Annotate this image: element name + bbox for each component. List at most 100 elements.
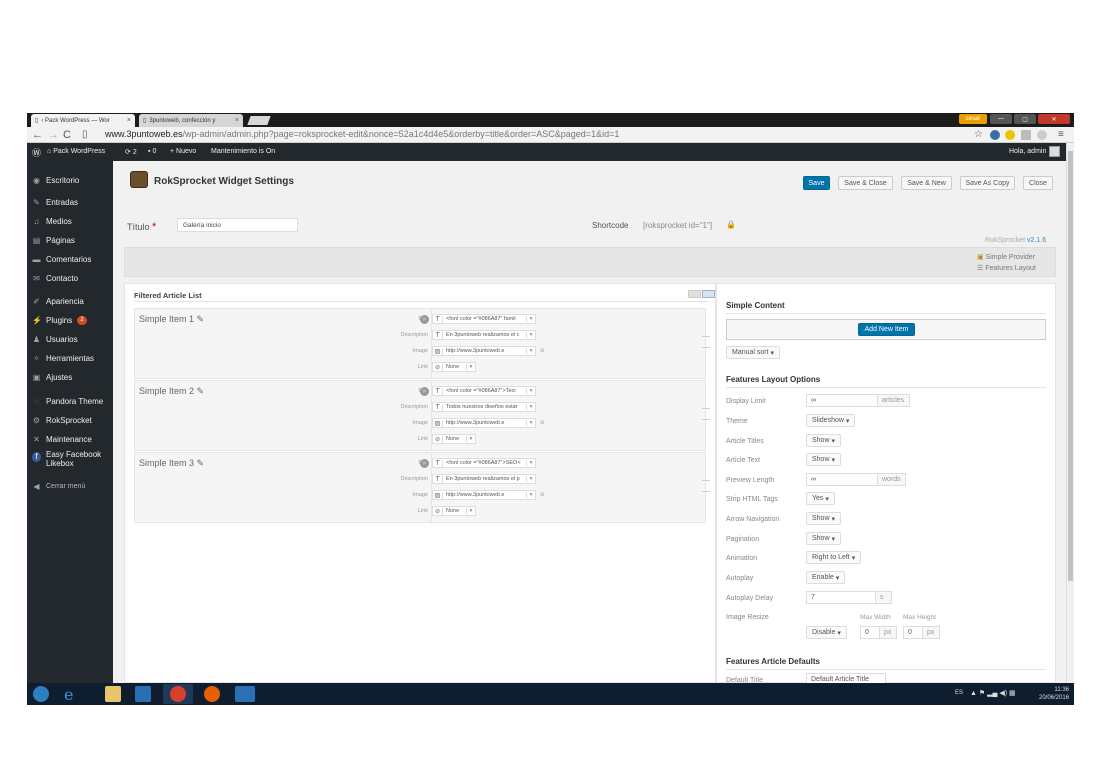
- sidebar-item-contacto[interactable]: ✉ Contacto: [32, 271, 78, 285]
- edit-pencil-icon[interactable]: ✎: [197, 386, 205, 396]
- media-player-icon[interactable]: [135, 686, 151, 702]
- chevron-down-icon[interactable]: ▾: [526, 492, 535, 498]
- extension-icon[interactable]: [1037, 130, 1047, 140]
- file-explorer-icon[interactable]: [105, 686, 121, 702]
- theme-select[interactable]: Slideshow ▾: [806, 414, 856, 427]
- maximize-icon[interactable]: ▢: [1014, 114, 1036, 124]
- shortcode-value[interactable]: [roksprocket id="1"]: [643, 221, 712, 230]
- sidebar-item-plugins[interactable]: ⚡ Plugins 2: [32, 313, 87, 327]
- chevron-down-icon[interactable]: ▾: [526, 332, 535, 338]
- outlook-icon[interactable]: [235, 686, 255, 702]
- page-info-icon[interactable]: ▯: [82, 129, 88, 140]
- article-item[interactable]: Simple Item 3 ✎ × Title T <font color ="#0…: [134, 452, 710, 523]
- sidebar-item-usuarios[interactable]: ♟ Usuarios: [32, 332, 78, 346]
- article-item-name[interactable]: Simple Item 3 ✎: [139, 458, 204, 469]
- internet-explorer-icon[interactable]: e: [64, 685, 73, 704]
- cast-icon[interactable]: [1021, 130, 1031, 140]
- sidebar-item-maintenance[interactable]: ✕ Maintenance: [32, 432, 92, 446]
- title-field[interactable]: T <font color ="#086A87">Tecr ▾: [432, 386, 536, 396]
- chevron-down-icon[interactable]: ▾: [466, 436, 475, 442]
- link-field[interactable]: ⊘ None ▾: [432, 506, 476, 516]
- scrollbar-thumb[interactable]: [1068, 151, 1073, 581]
- sidebar-item-paginas[interactable]: ▤ Páginas: [32, 233, 75, 247]
- sidebar-item-medios[interactable]: ♫ Medios: [32, 214, 72, 228]
- provider-selector[interactable]: ▣ Simple Provider: [977, 253, 1035, 261]
- site-name[interactable]: ⌂ Pack WordPress: [47, 148, 105, 155]
- greeting-link[interactable]: Hola, admin: [1009, 148, 1046, 155]
- chevron-down-icon[interactable]: ▾: [526, 476, 535, 482]
- sidebar-item-roksprocket[interactable]: ⚙ RokSprocket: [32, 413, 92, 427]
- sidebar-item-escritorio[interactable]: ◉ Escritorio: [32, 173, 79, 187]
- save-button[interactable]: Save: [803, 176, 830, 190]
- chevron-down-icon[interactable]: ▾: [466, 364, 475, 370]
- maintenance-status[interactable]: Mantenimiento is On: [211, 148, 275, 155]
- wordpress-logo-icon[interactable]: Ⓦ: [32, 146, 41, 159]
- arrow-navigation-select[interactable]: Show ▾: [806, 512, 841, 525]
- animation-select[interactable]: Right to Left ▾: [806, 551, 862, 564]
- article-item[interactable]: Simple Item 1 ✎ × Title T <font color ="#0…: [134, 308, 710, 379]
- extension-icon[interactable]: [990, 130, 1000, 140]
- chevron-down-icon[interactable]: ▾: [526, 316, 535, 322]
- chevron-down-icon[interactable]: ▾: [526, 460, 535, 466]
- forward-icon[interactable]: →: [48, 129, 59, 141]
- clear-image-icon[interactable]: ⊘: [540, 348, 545, 354]
- sidebar-item-herramientas[interactable]: ✧ Herramientas: [32, 351, 94, 365]
- start-button-icon[interactable]: [33, 686, 49, 702]
- chevron-down-icon[interactable]: ▾: [526, 348, 535, 354]
- image-field[interactable]: ▨ http://www.3puntoweb.e ▾: [432, 490, 536, 500]
- language-indicator[interactable]: ES: [955, 690, 963, 696]
- description-field[interactable]: T En 3puntoweb realizamos el p ▾: [432, 474, 536, 484]
- chevron-down-icon[interactable]: ▾: [526, 388, 535, 394]
- sidebar-item-pandora-theme[interactable]: ◌ Pandora Theme: [32, 394, 103, 408]
- drag-handle-icon[interactable]: [702, 408, 710, 420]
- sidebar-item-easy-facebook-likebox[interactable]: f Easy Facebook Likebox: [32, 450, 111, 472]
- image-resize-select[interactable]: Disable ▾: [806, 626, 847, 639]
- close-window-icon[interactable]: ✕: [1038, 114, 1070, 124]
- list-view-icon[interactable]: [688, 290, 701, 298]
- sidebar-collapse-menu[interactable]: ◀ Cerrar menú: [32, 479, 85, 493]
- drag-handle-icon[interactable]: [702, 480, 710, 492]
- bookmark-star-icon[interactable]: ☆: [974, 129, 983, 140]
- clear-image-icon[interactable]: ⊘: [540, 492, 545, 498]
- article-item-name[interactable]: Simple Item 1 ✎: [139, 314, 204, 325]
- avatar[interactable]: [1049, 146, 1060, 157]
- link-field[interactable]: ⊘ None ▾: [432, 434, 476, 444]
- tray-icons[interactable]: ▲ ⚑ ▂▄ ◀) ▦: [970, 689, 1016, 697]
- title-field[interactable]: T <font color ="#086A87" famil ▾: [432, 314, 536, 324]
- reload-icon[interactable]: C: [63, 129, 71, 141]
- menu-icon[interactable]: ≡: [1058, 129, 1064, 140]
- description-field[interactable]: T Todos nuestros diseños estár ▾: [432, 402, 536, 412]
- edit-pencil-icon[interactable]: ✎: [197, 314, 205, 324]
- sidebar-item-ajustes[interactable]: ▣ Ajustes: [32, 370, 73, 384]
- save-as-copy-button[interactable]: Save As Copy: [960, 176, 1015, 190]
- layout-selector[interactable]: ☰ Features Layout: [977, 264, 1036, 272]
- pagination-select[interactable]: Show ▾: [806, 532, 841, 545]
- close-tab-icon[interactable]: ×: [127, 117, 131, 124]
- chrome-icon[interactable]: [170, 686, 186, 702]
- page-scrollbar[interactable]: [1066, 143, 1074, 683]
- edit-pencil-icon[interactable]: ✎: [197, 458, 205, 468]
- article-text-select[interactable]: Show ▾: [806, 453, 841, 466]
- strip-html-select[interactable]: Yes ▾: [806, 492, 835, 505]
- minimize-icon[interactable]: —: [990, 114, 1012, 124]
- max-height-input[interactable]: 0: [903, 626, 923, 639]
- drag-handle-icon[interactable]: [702, 336, 710, 348]
- add-new-item-button[interactable]: Add New Item: [858, 323, 915, 336]
- grid-view-icon[interactable]: [702, 290, 715, 298]
- tab-pack-wordpress[interactable]: ▯ ‹ Pack WordPress — Wor ×: [31, 114, 135, 127]
- back-icon[interactable]: ←: [32, 129, 43, 141]
- url-field[interactable]: www.3puntoweb.es/wp-admin/admin.php?page…: [105, 129, 619, 139]
- close-button[interactable]: Close: [1023, 176, 1053, 190]
- image-field[interactable]: ▨ http://www.3puntoweb.e ▾: [432, 418, 536, 428]
- lock-icon[interactable]: 🔒: [726, 220, 736, 229]
- article-item[interactable]: Simple Item 2 ✎ × Title T <font color ="#0…: [134, 380, 710, 451]
- save-new-button[interactable]: Save & New: [901, 176, 952, 190]
- max-width-input[interactable]: 0: [860, 626, 880, 639]
- firefox-icon[interactable]: [204, 686, 220, 702]
- new-tab-button[interactable]: [247, 116, 271, 125]
- comments-link[interactable]: ▪ 0: [148, 148, 156, 155]
- updates-link[interactable]: ⟳ 2: [125, 148, 137, 156]
- sidebar-item-apariencia[interactable]: ✐ Apariencia: [32, 294, 84, 308]
- new-content-link[interactable]: + Nuevo: [170, 148, 196, 155]
- image-field[interactable]: ▨ http://www.3puntoweb.e ▾: [432, 346, 536, 356]
